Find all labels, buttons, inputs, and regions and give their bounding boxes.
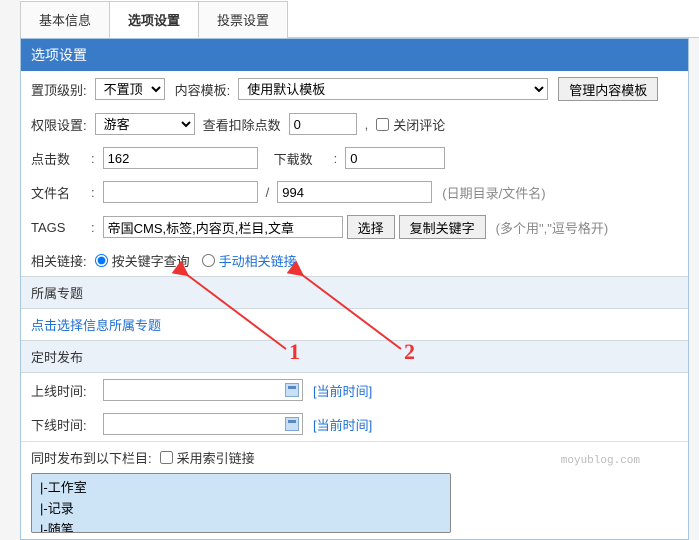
tab-options[interactable]: 选项设置 [109,1,199,38]
separator: , [365,117,369,132]
filename-hint: (日期目录/文件名) [442,183,545,202]
calendar-icon[interactable] [285,383,299,397]
tab-vote[interactable]: 投票设置 [198,1,288,38]
sync-columns-listbox[interactable]: |-工作室 |-记录 |-随笔 [31,473,451,533]
tags-hint: (多个用","逗号格开) [496,218,609,237]
perm-select[interactable]: 游客 [95,113,195,135]
index-link-label: 采用索引链接 [177,448,255,467]
deduct-label: 查看扣除点数 [203,115,281,134]
manage-tpl-button[interactable]: 管理内容模板 [558,77,658,101]
online-current-link[interactable]: [当前时间] [313,381,372,400]
filename-input[interactable] [103,181,258,203]
filename-suffix-input[interactable] [277,181,432,203]
tags-copy-button[interactable]: 复制关键字 [399,215,486,239]
hits-input[interactable] [103,147,258,169]
pin-label: 置顶级别: [31,80,87,99]
annotation-number-1: 1 [289,339,300,365]
annotation-number-2: 2 [404,339,415,365]
perm-label: 权限设置: [31,115,87,134]
related-manual-radio[interactable] [202,254,215,267]
related-keyword-radio[interactable] [95,254,108,267]
filename-label: 文件名 [31,183,79,202]
topic-header: 所属专题 [21,276,688,309]
online-label: 上线时间: [31,381,95,400]
schedule-header: 定时发布 [21,340,688,373]
downloads-label: 下载数 [274,149,322,168]
options-panel: 选项设置 置顶级别: 不置顶 内容模板: 使用默认模板 管理内容模板 权限设置:… [20,38,689,540]
tags-input[interactable] [103,216,343,238]
pin-select[interactable]: 不置顶 [95,78,165,100]
panel-title: 选项设置 [21,39,688,71]
tpl-label: 内容模板: [175,80,231,99]
sync-label: 同时发布到以下栏目: [31,448,152,467]
calendar-icon[interactable] [285,417,299,431]
hits-label: 点击数 [31,149,79,168]
close-comment-checkbox[interactable] [376,118,389,131]
deduct-input[interactable] [289,113,357,135]
tpl-select[interactable]: 使用默认模板 [238,78,548,100]
offline-current-link[interactable]: [当前时间] [313,415,372,434]
related-keyword-label: 按关键字查询 [112,251,190,270]
watermark: moyublog.com [561,455,640,467]
index-link-checkbox[interactable] [160,451,173,464]
close-comment-label: 关闭评论 [393,115,445,134]
offline-label: 下线时间: [31,415,95,434]
downloads-input[interactable] [345,147,445,169]
offline-time-input[interactable] [103,413,303,435]
topic-select-link[interactable]: 点击选择信息所属专题 [31,315,161,334]
related-label: 相关链接: [31,251,87,270]
tags-select-button[interactable]: 选择 [347,215,395,239]
tags-label: TAGS [31,220,79,235]
tab-basic[interactable]: 基本信息 [20,1,110,38]
online-time-input[interactable] [103,379,303,401]
related-manual-link[interactable]: 手动相关链接 [219,251,297,270]
